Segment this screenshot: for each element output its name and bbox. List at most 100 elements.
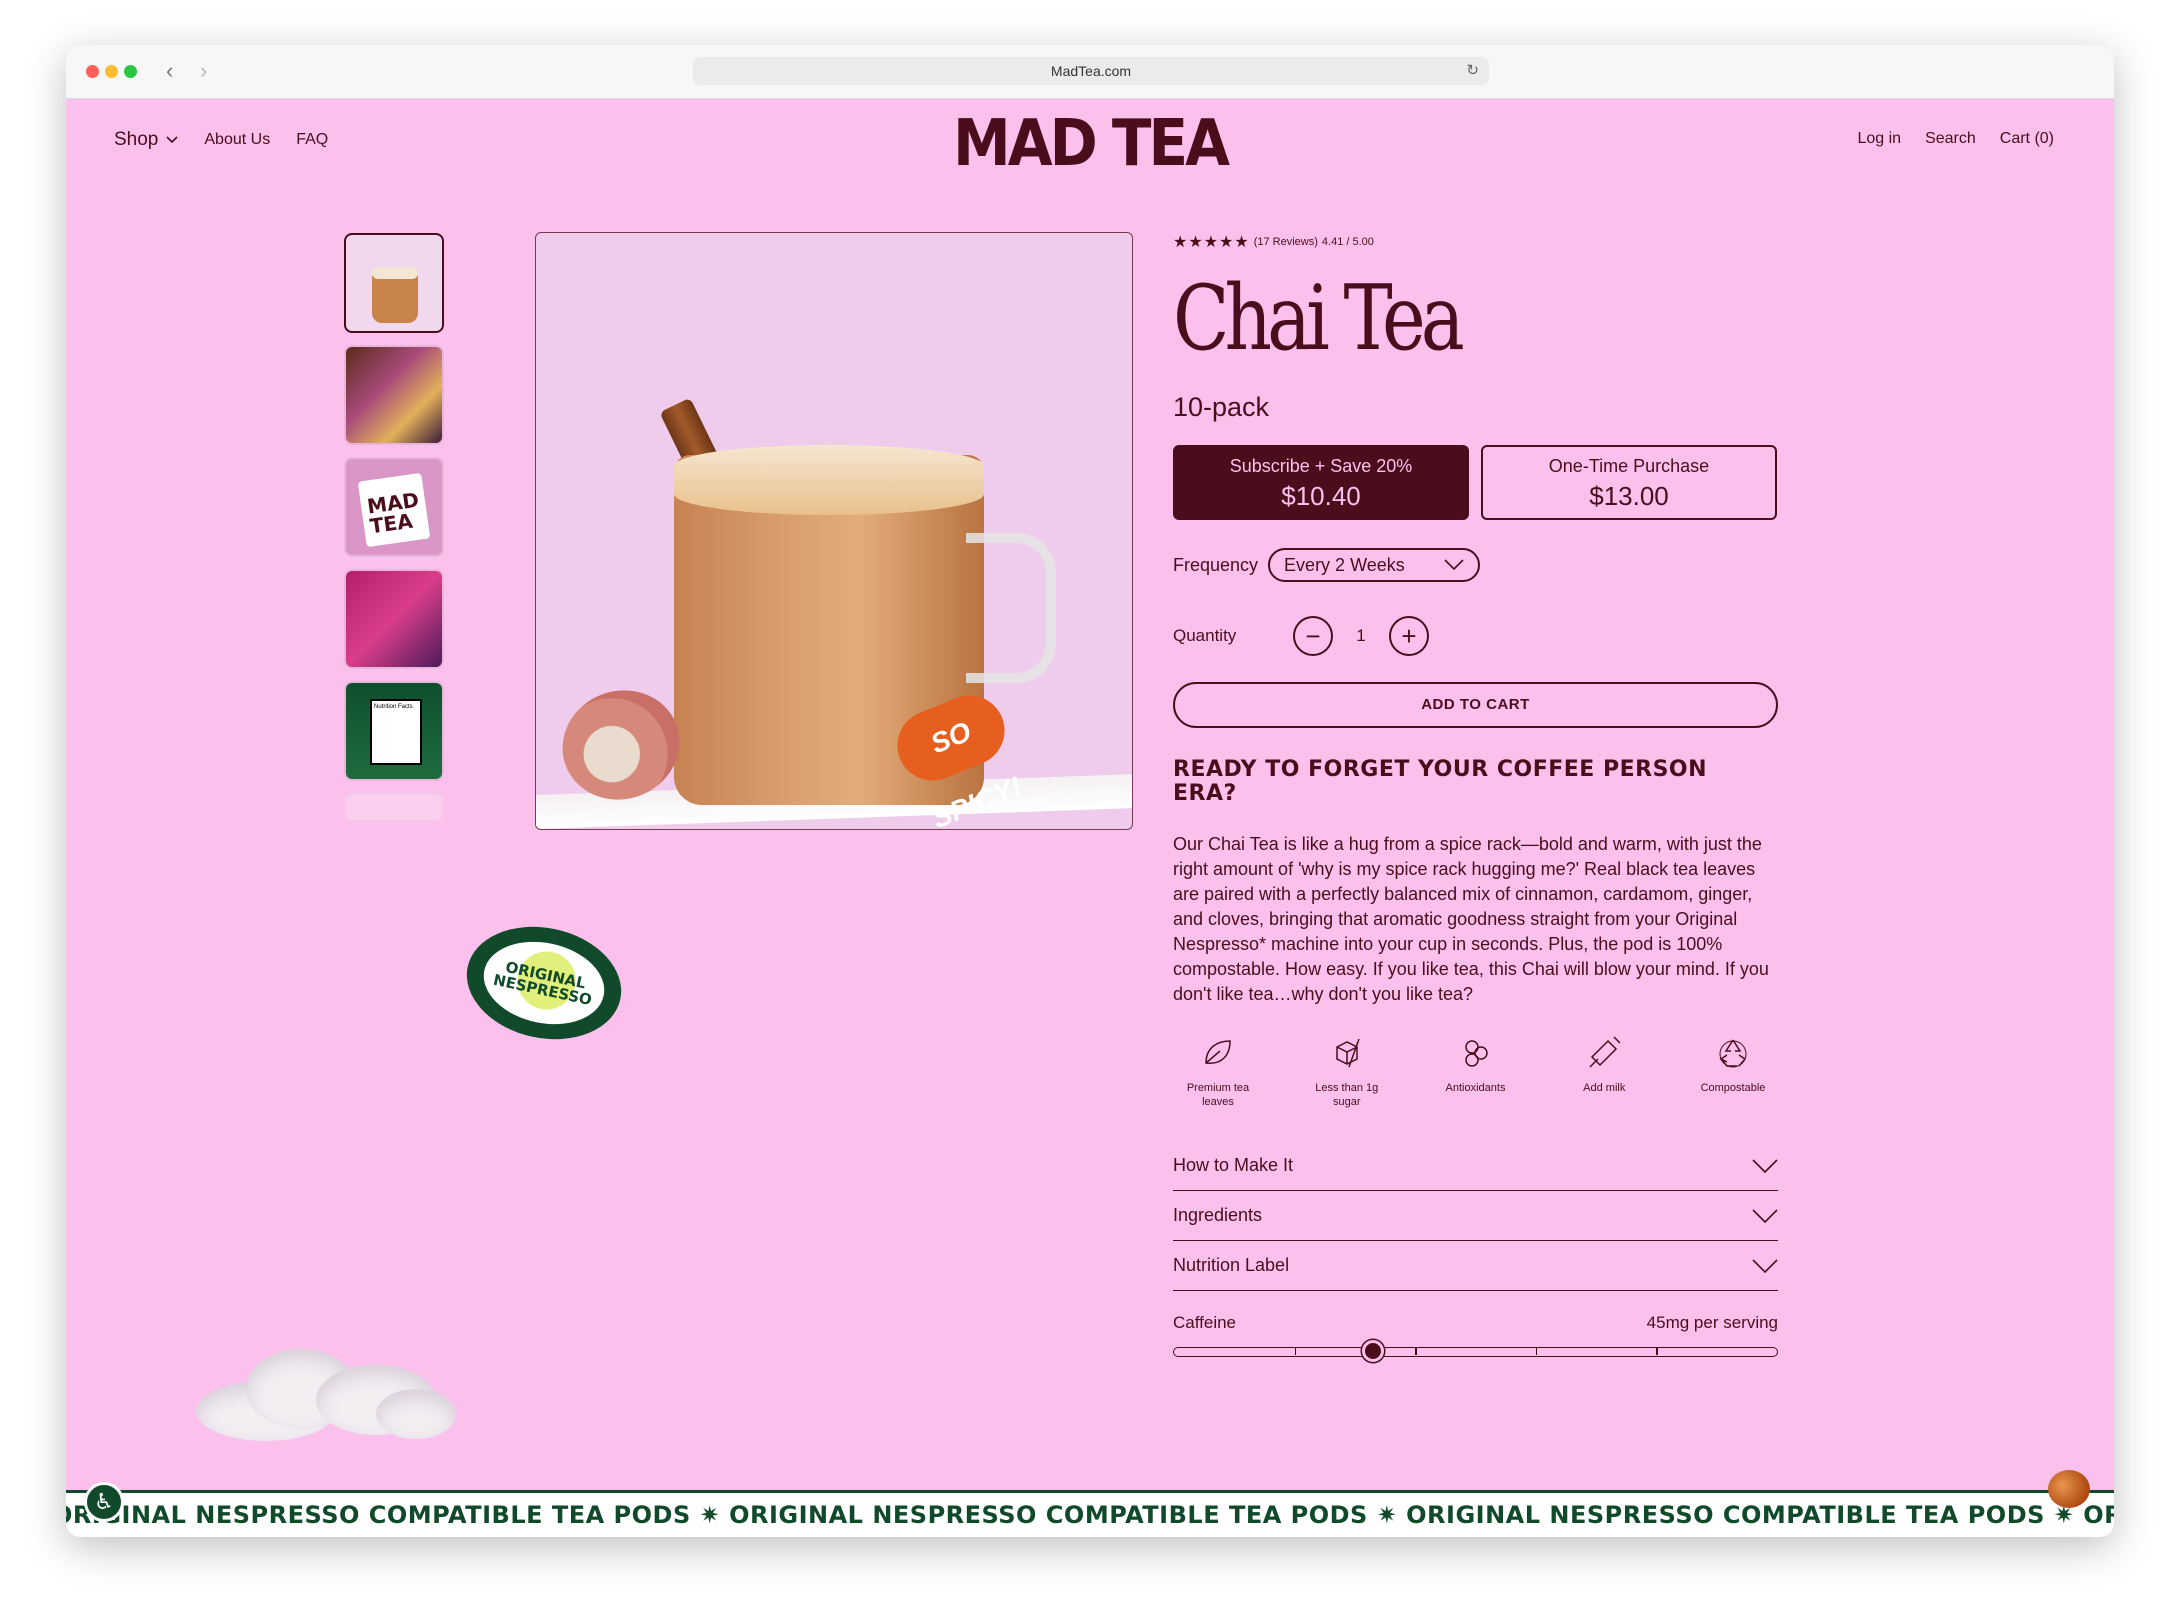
- chevron-down-icon: [1444, 559, 1464, 571]
- accessibility-icon[interactable]: ♿: [84, 1482, 124, 1522]
- nav-shop[interactable]: Shop: [114, 129, 178, 151]
- caffeine-level-marker: [1361, 1340, 1384, 1362]
- accordion-label: How to Make It: [1173, 1155, 1294, 1175]
- accordion-label: Ingredients: [1173, 1205, 1263, 1225]
- subscribe-option[interactable]: Subscribe + Save 20% $10.40: [1173, 445, 1469, 520]
- minimize-window-button[interactable]: [105, 65, 118, 78]
- accordion-ingredients[interactable]: Ingredients: [1173, 1191, 1778, 1241]
- nespresso-compatible-badge: ORIGINAL NESPRESSO: [456, 912, 632, 1054]
- nav-faq[interactable]: FAQ: [296, 131, 328, 149]
- foam-graphic: [372, 267, 418, 279]
- thumbnail-package[interactable]: MAD TEA: [344, 457, 444, 557]
- thumbnail-more[interactable]: [344, 793, 444, 821]
- pack-size: 10-pack: [1173, 392, 1270, 422]
- feature-low-sugar: Less than 1g sugar: [1302, 1033, 1392, 1109]
- marquee-banner: ORIGINAL NESPRESSO COMPATIBLE TEA PODS ✷…: [66, 1490, 2114, 1537]
- account-nav: Log in Search Cart (0): [1857, 130, 2054, 148]
- marquee-text: ORIGINAL NESPRESSO COMPATIBLE TEA PODS ✷…: [66, 1501, 2114, 1529]
- main-nav: Shop About Us FAQ: [114, 129, 328, 151]
- chevron-down-icon: [1752, 1158, 1778, 1173]
- one-time-price: $13.00: [1589, 481, 1669, 511]
- caffeine-row: Caffeine 45mg per serving: [1173, 1313, 1778, 1333]
- login-link[interactable]: Log in: [1857, 130, 1901, 148]
- product-headline: READY TO FORGET YOUR COFFEE PERSON ERA?: [1173, 757, 1708, 806]
- thumbnail-lifestyle[interactable]: [344, 345, 444, 445]
- caffeine-scale: [1173, 1340, 1778, 1362]
- feature-premium-leaves: Premium tea leaves: [1173, 1033, 1263, 1109]
- accordion-how-to-make[interactable]: How to Make It: [1173, 1141, 1778, 1191]
- accordion-list: How to Make It Ingredients Nutrition Lab…: [1173, 1141, 1778, 1291]
- caffeine-meter: Caffeine 45mg per serving: [1173, 1313, 1778, 1362]
- antioxidant-icon: [1464, 1040, 1488, 1067]
- feature-label: Add milk: [1583, 1082, 1626, 1094]
- quantity-value[interactable]: 1: [1333, 626, 1389, 646]
- accordion-label: Nutrition Label: [1173, 1255, 1290, 1275]
- review-count: (17 Reviews): [1253, 236, 1318, 248]
- close-window-button[interactable]: [86, 65, 99, 78]
- feature-label: Premium tea leaves: [1186, 1082, 1250, 1108]
- badge-center: ORIGINAL NESPRESSO: [476, 931, 612, 1035]
- feature-compostable: Compostable: [1688, 1033, 1778, 1109]
- one-time-purchase-option[interactable]: One-Time Purchase $13.00: [1481, 445, 1777, 520]
- reload-icon[interactable]: ↻: [1466, 57, 1479, 85]
- feature-label: Less than 1g sugar: [1315, 1082, 1379, 1108]
- browser-window: ‹ › MadTea.com ↻ Shop About Us FAQ MAD T…: [66, 45, 2114, 1537]
- caffeine-label: Caffeine: [1173, 1313, 1237, 1332]
- subscribe-price: $10.40: [1281, 481, 1361, 511]
- nav-shop-label: Shop: [114, 129, 159, 150]
- browser-toolbar: ‹ › MadTea.com ↻: [66, 45, 2114, 99]
- quantity-decrease-button[interactable]: −: [1293, 616, 1333, 656]
- mug-handle-graphic: [966, 533, 1056, 683]
- nutrition-facts-graphic: Nutrition Facts: [370, 699, 422, 765]
- mug-graphic: [372, 273, 418, 323]
- feature-add-milk: Add milk: [1559, 1033, 1649, 1109]
- tea-pod-decoration: [2048, 1470, 2090, 1508]
- product-title: Chai Tea: [1173, 266, 1465, 371]
- site-header: Shop About Us FAQ MAD TEA Log in Search …: [66, 99, 2114, 181]
- zoom-window-button[interactable]: [124, 65, 137, 78]
- search-link[interactable]: Search: [1925, 130, 1976, 148]
- scale-tick: [1415, 1348, 1417, 1355]
- rating-summary[interactable]: ★★★★★ (17 Reviews) 4.41 / 5.00: [1173, 232, 1778, 252]
- scale-tick: [1656, 1348, 1658, 1355]
- one-time-label: One-Time Purchase: [1548, 456, 1710, 476]
- add-to-cart-button[interactable]: ADD TO CART: [1173, 682, 1778, 728]
- caffeine-value: 45mg per serving: [1646, 1313, 1778, 1332]
- nav-about-us[interactable]: About Us: [204, 131, 270, 149]
- frequency-label: Frequency: [1173, 554, 1259, 575]
- chevron-down-icon: [1752, 1208, 1778, 1223]
- scale-tick: [1294, 1348, 1297, 1355]
- package-graphic: MAD TEA: [357, 472, 431, 548]
- site-logo[interactable]: MAD TEA: [953, 106, 1230, 181]
- chevron-down-icon: [1752, 1258, 1778, 1273]
- frequency-row: Frequency Every 2 Weeks: [1173, 548, 1778, 582]
- quantity-label: Quantity: [1173, 626, 1237, 645]
- product-description: Our Chai Tea is like a hug from a spice …: [1173, 834, 1769, 1004]
- quantity-stepper: Quantity − 1 +: [1173, 616, 1778, 656]
- thumbnail-drinking[interactable]: [344, 569, 444, 669]
- main-product-image[interactable]: SO SPICY!: [535, 232, 1133, 830]
- badge-text: ORIGINAL NESPRESSO: [491, 957, 594, 1010]
- forward-arrow-icon[interactable]: ›: [200, 58, 207, 84]
- feature-label: Antioxidants: [1445, 1082, 1506, 1094]
- frequency-value: Every 2 Weeks: [1284, 554, 1405, 575]
- subscribe-label: Subscribe + Save 20%: [1229, 456, 1413, 476]
- purchase-options: Subscribe + Save 20% $10.40 One-Time Pur…: [1173, 445, 1778, 520]
- scale-tick: [1535, 1348, 1538, 1355]
- back-arrow-icon[interactable]: ‹: [166, 58, 173, 84]
- foam-graphic: [674, 445, 984, 515]
- product-details: ★★★★★ (17 Reviews) 4.41 / 5.00 Chai Tea …: [1173, 232, 1778, 1362]
- cart-link[interactable]: Cart (0): [2000, 130, 2054, 148]
- leaf-icon: [1205, 1040, 1231, 1064]
- feature-list: Premium tea leaves Less than 1g sugar An…: [1173, 1033, 1778, 1109]
- url-text: MadTea.com: [1050, 63, 1132, 79]
- quantity-increase-button[interactable]: +: [1389, 616, 1429, 656]
- cloud-decoration: [176, 1335, 466, 1445]
- frequency-select[interactable]: Every 2 Weeks: [1268, 548, 1481, 582]
- rating-score: 4.41 / 5.00: [1321, 236, 1374, 248]
- address-bar[interactable]: MadTea.com ↻: [693, 57, 1489, 85]
- sugar-cube-icon: [1336, 1038, 1360, 1068]
- thumbnail-chai-mug[interactable]: [344, 233, 444, 333]
- thumbnail-nutrition[interactable]: Nutrition Facts: [344, 681, 444, 781]
- accordion-nutrition-label[interactable]: Nutrition Label: [1173, 1241, 1778, 1291]
